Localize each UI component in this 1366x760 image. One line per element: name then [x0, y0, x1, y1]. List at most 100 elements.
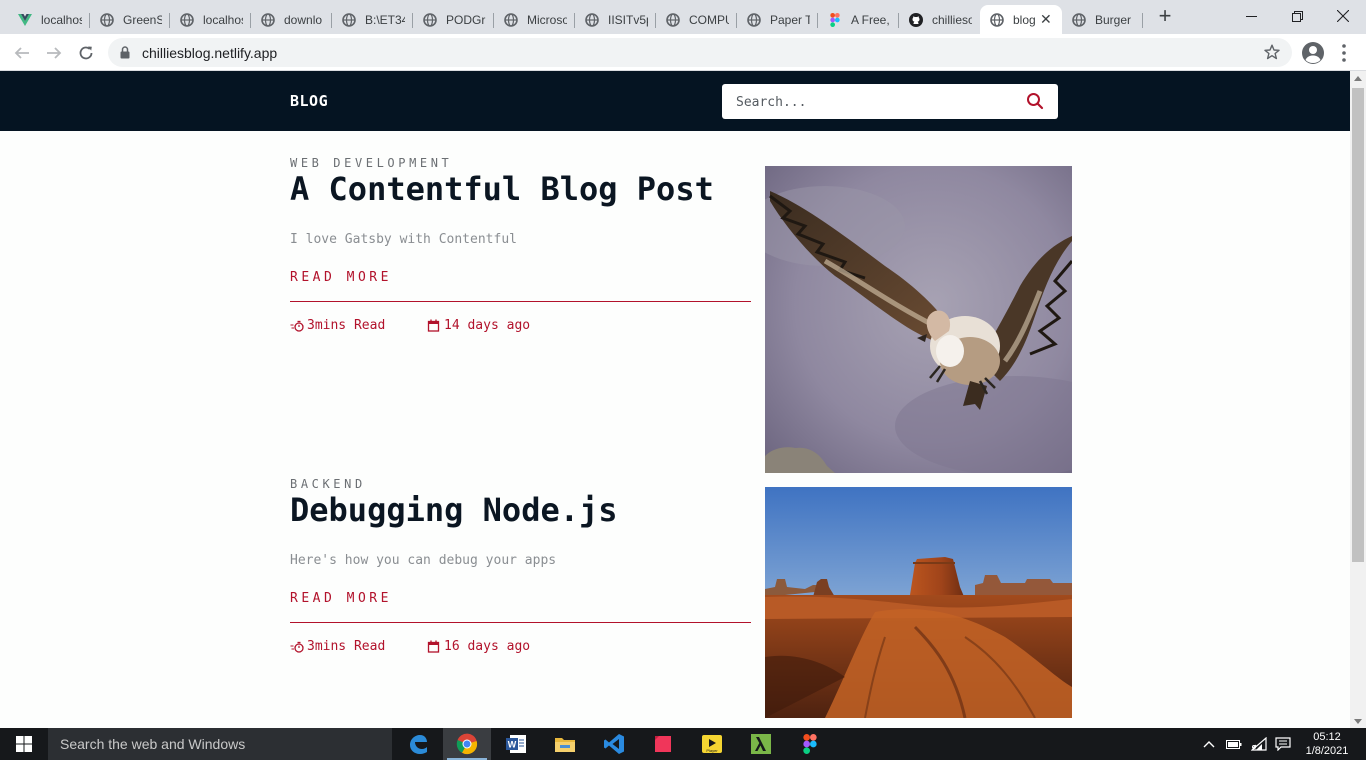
close-window-button[interactable]	[1320, 0, 1366, 32]
post-date: 16 days ago	[427, 639, 530, 654]
minimize-button[interactable]	[1228, 0, 1274, 32]
scroll-up-arrow-icon[interactable]	[1354, 76, 1362, 81]
globe-icon	[423, 12, 437, 27]
browser-tab[interactable]: Paper T	[737, 5, 818, 34]
browser-tab[interactable]: IISITv5p	[575, 5, 656, 34]
browser-tab[interactable]: downlo	[251, 5, 332, 34]
globe-icon	[990, 12, 1004, 27]
read-more-link[interactable]: READ MORE	[290, 591, 392, 606]
site-header: BLOG	[0, 71, 1350, 131]
system-clock[interactable]: 05:12 1/8/2021	[1296, 730, 1358, 758]
notifications-icon[interactable]	[1272, 728, 1294, 760]
back-button[interactable]	[9, 40, 35, 66]
app-icon[interactable]	[639, 728, 687, 760]
wifi-icon[interactable]	[1248, 728, 1270, 760]
tab-title: GreenS	[123, 12, 162, 27]
forward-button[interactable]	[41, 40, 67, 66]
tab-title: Paper T	[770, 12, 810, 27]
tab-title: localhos	[203, 12, 243, 27]
bookmark-star-icon[interactable]	[1264, 44, 1280, 60]
vscode-icon[interactable]	[590, 728, 638, 760]
browser-tab[interactable]: GreenS	[90, 5, 170, 34]
taskbar-search[interactable]: Search the web and Windows	[48, 728, 392, 760]
windows-logo-icon	[16, 736, 32, 752]
profile-avatar-icon[interactable]	[1300, 40, 1326, 66]
vertical-scrollbar[interactable]	[1350, 71, 1366, 728]
clock-date: 1/8/2021	[1305, 745, 1349, 757]
read-time-text: 3mins Read	[307, 639, 386, 654]
new-tab-button[interactable]: +	[1154, 4, 1176, 30]
post-image-mesa[interactable]	[765, 487, 1072, 718]
browser-tab[interactable]: B:\ET34	[332, 5, 413, 34]
post-date: 14 days ago	[427, 318, 530, 333]
address-bar[interactable]: chilliesblog.netlify.app	[108, 38, 1292, 67]
read-time: 3mins Read	[290, 639, 385, 654]
post-image-vulture[interactable]	[765, 166, 1072, 473]
figma-icon	[828, 12, 842, 27]
read-more-link[interactable]: READ MORE	[290, 270, 392, 285]
battery-icon[interactable]	[1224, 728, 1244, 760]
calendar-icon	[427, 640, 440, 653]
vulture-in-flight-image	[765, 166, 1072, 473]
globe-icon	[666, 12, 680, 27]
browser-tab[interactable]: COMPU	[656, 5, 737, 34]
post-title[interactable]: A Contentful Blog Post	[290, 170, 714, 208]
tab-title: IISITv5p	[608, 12, 648, 27]
browser-tab-active[interactable]: blog ✕	[980, 5, 1062, 34]
scrollbar-thumb[interactable]	[1352, 88, 1364, 562]
post-category[interactable]: WEB DEVELOPMENT	[290, 156, 452, 170]
tab-title: Burger	[1095, 12, 1132, 27]
word-icon[interactable]: W	[492, 728, 540, 760]
lambda-icon[interactable]	[737, 728, 785, 760]
browser-toolbar: chilliesblog.netlify.app	[0, 34, 1366, 71]
svg-text:Player: Player	[706, 748, 718, 753]
tab-title: B:\ET34	[365, 12, 405, 27]
search-icon[interactable]	[1026, 92, 1044, 110]
search-box	[722, 84, 1058, 119]
start-button[interactable]	[0, 728, 48, 760]
arrow-right-icon	[47, 47, 62, 59]
show-hidden-icons-chevron-icon[interactable]	[1200, 728, 1218, 760]
stopwatch-icon	[290, 320, 304, 332]
svg-text:W: W	[508, 740, 517, 750]
globe-icon	[585, 12, 599, 27]
browser-tab[interactable]: chillieso	[899, 5, 980, 34]
globe-icon	[261, 12, 275, 27]
browser-tab[interactable]: localhos	[170, 5, 251, 34]
edge-icon[interactable]	[394, 728, 442, 760]
post-excerpt: Here's how you can debug your apps	[290, 553, 557, 568]
url-text: chilliesblog.netlify.app	[142, 45, 278, 61]
browser-tab[interactable]: PODGr	[413, 5, 494, 34]
chrome-icon[interactable]	[443, 728, 491, 760]
stopwatch-icon	[290, 641, 304, 653]
divider	[290, 301, 751, 302]
arrow-left-icon	[14, 47, 29, 59]
browser-tab[interactable]: A Free,	[818, 5, 899, 34]
scroll-down-arrow-icon[interactable]	[1354, 719, 1362, 724]
tab-strip: localhos GreenS localhos downlo B:\ET34	[0, 0, 1366, 34]
media-player-icon[interactable]: Player	[688, 728, 736, 760]
lock-icon	[120, 46, 130, 59]
post-category[interactable]: BACKEND	[290, 477, 366, 491]
browser-menu-icon[interactable]	[1336, 41, 1352, 65]
post-excerpt: I love Gatsby with Contentful	[290, 232, 517, 247]
browser-tab[interactable]: Burger	[1062, 5, 1143, 34]
globe-icon	[1072, 12, 1086, 27]
close-tab-icon[interactable]: ✕	[1040, 11, 1054, 28]
browser-tab[interactable]: localhos	[8, 5, 90, 34]
globe-icon	[747, 12, 761, 27]
restore-button[interactable]	[1274, 0, 1320, 32]
globe-icon	[504, 12, 518, 27]
tab-title: downlo	[284, 12, 323, 27]
figma-icon[interactable]	[786, 728, 834, 760]
post-title[interactable]: Debugging Node.js	[290, 491, 618, 529]
site-logo[interactable]: BLOG	[290, 92, 328, 110]
tab-title: localhos	[41, 12, 82, 27]
tab-separator	[1142, 13, 1143, 28]
post-date-text: 14 days ago	[444, 318, 531, 333]
reload-button[interactable]	[73, 40, 99, 66]
tab-title: A Free,	[851, 12, 890, 27]
file-explorer-icon[interactable]	[541, 728, 589, 760]
search-input[interactable]	[736, 92, 1016, 112]
browser-tab[interactable]: Microso	[494, 5, 575, 34]
